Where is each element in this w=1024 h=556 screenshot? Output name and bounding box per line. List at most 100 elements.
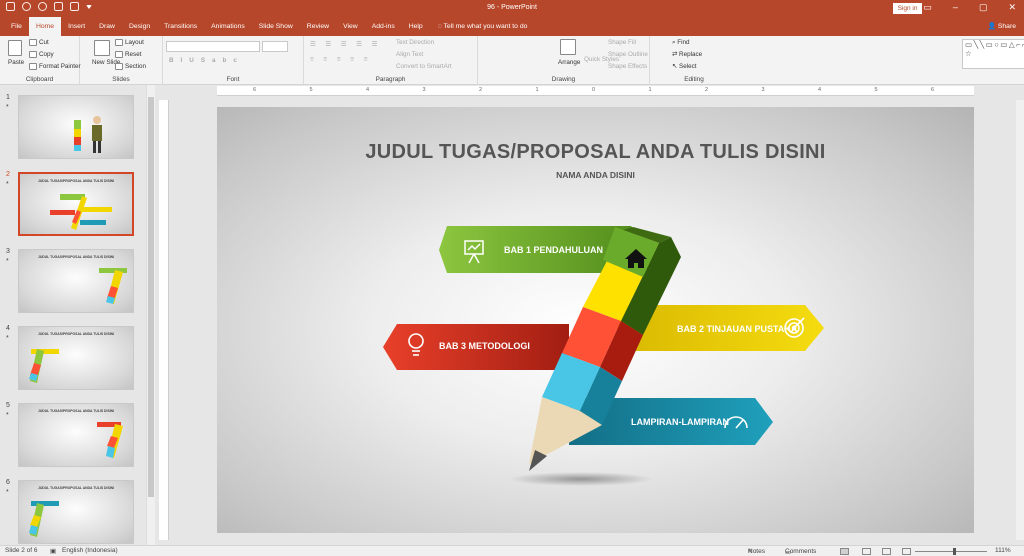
slide-canvas[interactable]: JUDUL TUGAS/PROPOSAL ANDA TULIS DISINI N… [217,107,974,533]
slide-thumbnail-image[interactable]: JUDUL TUGAS/PROPOSAL ANDA TULIS DISINI [18,403,134,467]
format-painter-button[interactable]: Format Painter [29,63,81,70]
tab-file[interactable]: File [4,17,29,36]
label-bab1[interactable]: BAB 1 PENDAHULUAN [504,245,603,255]
label-bab2[interactable]: BAB 2 TINJAUAN PUSTAKA [677,324,797,334]
tab-design[interactable]: Design [122,17,157,36]
slide-thumbnail-1[interactable]: 1 * [0,85,150,159]
slide-thumbnail-pane[interactable]: 1 * 2 * JUDUL TUGAS/PROPOSAL ANDA TULIS DISI… [0,85,158,545]
tab-slide-show[interactable]: Slide Show [252,17,300,36]
thumbnail-scrollbar[interactable] [146,85,155,545]
shape-outline-button[interactable]: Shape Outline [608,51,648,58]
vertical-ruler[interactable] [159,100,169,540]
select-label: Select [679,63,697,70]
drawing-group: ▭╲╲▭○▭△⌐⌐⇨⇩▷△⊂⊃{}☆ Arrange Quick Styles … [478,36,1024,85]
thumbnail-art [50,194,112,230]
slide-thumbnail-image[interactable]: JUDUL TUGAS/PROPOSAL ANDA TULIS DISINI [18,326,134,390]
shapes-gallery[interactable]: ▭╲╲▭○▭△⌐⌐⇨⇩▷△⊂⊃{}☆ [962,39,1024,69]
slide-sorter-icon[interactable] [862,548,871,555]
share-button[interactable]: 👤 Share [988,22,1017,30]
reading-view-icon[interactable] [882,548,891,555]
align-buttons[interactable]: ≡ ≡ ≡ ≡ ≡ [310,56,371,63]
shape-effects-button[interactable]: Shape Effects [608,63,647,70]
font-size-combo[interactable] [262,41,288,52]
animation-marker: * [6,104,9,111]
list-buttons[interactable]: ☰ ☰ ☰ ☰ ☰ [310,41,381,48]
text-direction-button[interactable]: Text Direction [396,39,434,46]
slide-thumbnail-5[interactable]: 5 * JUDUL TUGAS/PROPOSAL ANDA TULIS DISINI [0,393,150,467]
font-name-combo[interactable] [166,41,260,52]
horizontal-ruler[interactable]: 6 5 4 3 2 1 0 1 2 3 4 5 6 [217,86,974,96]
copy-label: Copy [39,51,54,59]
ruler-label: 4 [366,87,370,93]
normal-view-icon[interactable] [840,548,849,555]
tab-insert[interactable]: Insert [61,17,92,36]
scissors-icon [29,39,37,46]
copy-button[interactable]: Copy [29,51,54,58]
slide-thumbnail-image[interactable]: JUDUL TUGAS/PROPOSAL ANDA TULIS DISINI [18,480,134,544]
slide-scrollbar[interactable] [1016,100,1024,540]
replace-icon: ⇄ [672,51,680,58]
select-button[interactable]: ↖ Select [672,63,697,70]
language-indicator[interactable]: English (Indonesia) [62,547,118,554]
shape-fill-button[interactable]: Shape Fill [608,39,636,46]
tell-me-label: Tell me what you want to do [443,23,528,30]
slide-thumbnail-image[interactable]: JUDUL TUGAS/PROPOSAL ANDA TULIS DISINI [18,172,134,236]
window-title: 96 - PowerPoint [487,4,537,11]
paste-icon[interactable] [8,40,22,56]
label-lampiran[interactable]: LAMPIRAN-LAMPIRAN [631,417,729,427]
format-painter-label: Format Painter [39,63,81,71]
layout-button[interactable]: Layout [115,39,144,46]
align-text-button[interactable]: Align Text [396,51,423,58]
slide-thumbnail-2[interactable]: 2 * JUDUL TUGAS/PROPOSAL ANDA TULIS DISINI [0,162,150,236]
convert-smartart-button[interactable]: Convert to SmartArt [396,63,452,70]
replace-label: Replace [679,51,703,58]
tab-review[interactable]: Review [300,17,336,36]
copy-icon [29,51,37,58]
maximize-icon[interactable]: ▢ [979,2,988,13]
zoom-level[interactable]: 111% [995,547,1011,554]
arrange-button[interactable]: Arrange [558,59,580,66]
ruler-label: 2 [705,87,709,93]
ruler-label: 5 [309,87,313,93]
font-format-buttons[interactable]: BIUSabc [169,57,244,64]
paragraph-group: ☰ ☰ ☰ ☰ ☰ ≡ ≡ ≡ ≡ ≡ Text Direction Align… [304,36,478,85]
close-icon[interactable]: ✕ [1008,2,1016,13]
slide-thumbnail-image[interactable] [18,95,134,159]
ruler-label: 5 [874,87,878,93]
tab-view[interactable]: View [336,17,365,36]
ruler-label: 1 [648,87,652,93]
ribbon-display-icon[interactable]: ▭ [923,2,932,13]
thumbnail-scrollbar-thumb[interactable] [148,97,154,497]
paste-button[interactable]: Paste [8,59,24,66]
sign-in-button[interactable]: Sign in [893,3,922,14]
tab-add-ins[interactable]: Add-ins [365,17,402,36]
slideshow-view-icon[interactable] [902,548,911,555]
reset-button[interactable]: Reset [115,51,141,58]
arrange-icon[interactable] [560,39,576,55]
zoom-slider[interactable] [915,551,987,552]
replace-button[interactable]: ⇄ Replace [672,51,702,58]
ruler-label: 2 [479,87,483,93]
new-slide-icon[interactable] [94,40,110,56]
slide-thumbnail-4[interactable]: 4 * JUDUL TUGAS/PROPOSAL ANDA TULIS DISINI [0,316,150,390]
zoom-slider-thumb[interactable] [953,548,956,555]
cut-button[interactable]: Cut [29,39,49,46]
tab-home[interactable]: Home [28,17,62,36]
slide-thumbnail-3[interactable]: 3 * JUDUL TUGAS/PROPOSAL ANDA TULIS DISINI [0,239,150,313]
find-button[interactable]: ⌕ Find [672,39,690,47]
find-label: Find [677,39,690,46]
section-icon [115,63,123,70]
tab-transitions[interactable]: Transitions [157,17,204,36]
section-button[interactable]: Section [115,63,146,70]
tab-animations[interactable]: Animations [204,17,252,36]
tab-draw[interactable]: Draw [92,17,122,36]
slide-thumbnail-6[interactable]: 6 * JUDUL TUGAS/PROPOSAL ANDA TULIS DISINI [0,470,150,544]
minimize-icon[interactable]: – [953,2,958,13]
label-bab3[interactable]: BAB 3 METODOLOGI [439,341,530,351]
slide-thumbnail-image[interactable]: JUDUL TUGAS/PROPOSAL ANDA TULIS DISINI [18,249,134,313]
slide-number: 4 [6,325,10,332]
tell-me-search[interactable]: ◌ Tell me what you want to do [438,23,528,30]
tab-help[interactable]: Help [402,17,430,36]
thumbnail-art [99,268,127,304]
spelling-icon[interactable]: ▣ [50,547,56,555]
